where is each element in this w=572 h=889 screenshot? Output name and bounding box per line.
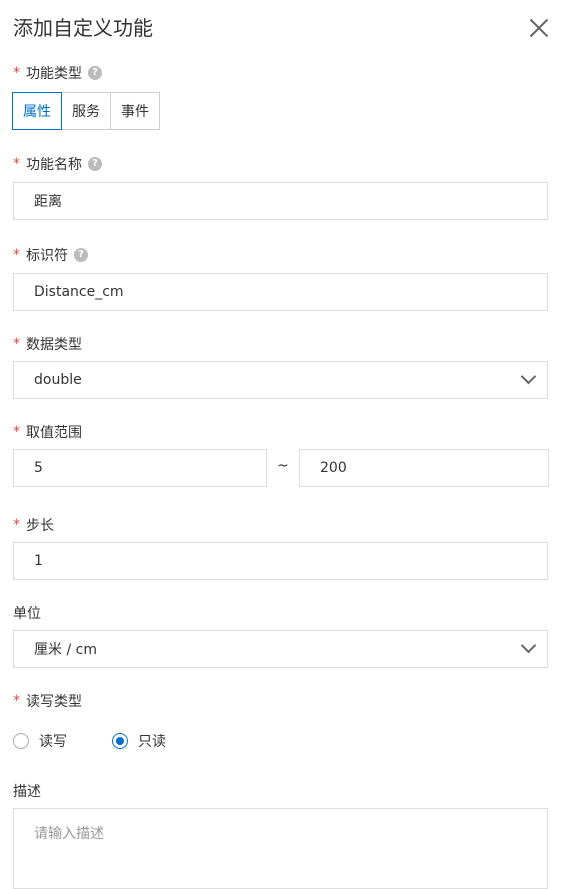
identifier-value: Distance_cm (34, 284, 124, 300)
rw-radio-readwrite-label: 读写 (39, 734, 67, 750)
required-mark: * (13, 247, 20, 263)
required-mark: * (13, 65, 20, 81)
unit-label: 单位 (13, 603, 41, 623)
rw-radio-readwrite[interactable]: 读写 (13, 731, 67, 751)
required-mark: * (13, 336, 20, 352)
help-icon[interactable]: ? (74, 248, 88, 262)
range-max-input[interactable]: 200 (299, 449, 549, 487)
function-type-option-service[interactable]: 服务 (61, 92, 111, 130)
description-textarea[interactable]: 请输入描述 (13, 808, 548, 889)
chevron-down-icon (523, 371, 535, 383)
function-name-input[interactable]: 距离 (13, 182, 548, 220)
unit-value: 厘米 / cm (34, 642, 97, 658)
rw-type-label: * 读写类型 (13, 691, 82, 711)
function-name-label-text: 功能名称 (26, 157, 82, 173)
range-label-text: 取值范围 (26, 425, 82, 441)
function-type-option-property[interactable]: 属性 (12, 92, 62, 130)
dialog-title: 添加自定义功能 (13, 16, 153, 40)
function-type-segmented[interactable]: 属性 服务 事件 (12, 92, 160, 130)
rw-radio-readonly-label: 只读 (138, 734, 166, 750)
function-type-label: * 功能类型 ? (13, 63, 102, 83)
range-max-value: 200 (320, 460, 347, 476)
step-label-text: 步长 (26, 518, 54, 534)
required-mark: * (13, 693, 20, 709)
data-type-select[interactable]: double (13, 361, 548, 399)
description-label-text: 描述 (13, 784, 41, 800)
data-type-label: * 数据类型 (13, 334, 82, 354)
identifier-input[interactable]: Distance_cm (13, 273, 548, 311)
data-type-value: double (34, 372, 82, 388)
step-input[interactable]: 1 (13, 542, 548, 580)
range-label: * 取值范围 (13, 422, 82, 442)
help-icon[interactable]: ? (88, 157, 102, 171)
required-mark: * (13, 517, 20, 533)
rw-type-label-text: 读写类型 (26, 694, 82, 710)
chevron-down-icon (523, 640, 535, 652)
close-icon[interactable] (527, 16, 551, 40)
required-mark: * (13, 424, 20, 440)
range-min-value: 5 (34, 460, 43, 476)
identifier-label-text: 标识符 (26, 248, 68, 264)
help-icon[interactable]: ? (88, 66, 102, 80)
range-separator: ~ (277, 458, 289, 474)
description-label: 描述 (13, 781, 41, 801)
range-min-input[interactable]: 5 (13, 449, 267, 487)
function-type-label-text: 功能类型 (26, 66, 82, 82)
function-name-value: 距离 (34, 194, 62, 210)
unit-label-text: 单位 (13, 606, 41, 622)
description-placeholder: 请输入描述 (34, 826, 104, 842)
step-value: 1 (34, 553, 43, 569)
rw-radio-readonly[interactable]: 只读 (112, 731, 166, 751)
function-name-label: * 功能名称 ? (13, 154, 102, 174)
data-type-label-text: 数据类型 (26, 337, 82, 353)
unit-select[interactable]: 厘米 / cm (13, 630, 548, 668)
identifier-label: * 标识符 ? (13, 245, 88, 265)
radio-unchecked-icon[interactable] (13, 733, 29, 749)
required-mark: * (13, 156, 20, 172)
radio-checked-icon[interactable] (112, 733, 128, 749)
step-label: * 步长 (13, 515, 54, 535)
function-type-option-event[interactable]: 事件 (110, 92, 160, 130)
